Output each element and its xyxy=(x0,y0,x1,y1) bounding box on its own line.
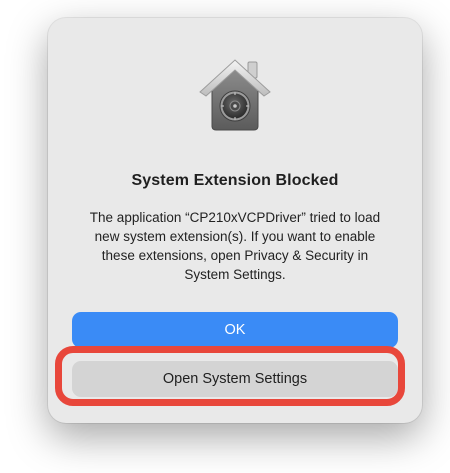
open-system-settings-button[interactable]: Open System Settings xyxy=(72,361,398,397)
dialog-message: The application “CP210xVCPDriver” tried … xyxy=(89,210,381,282)
system-extension-dialog: System Extension Blocked The application… xyxy=(48,18,422,423)
dialog-title: System Extension Blocked xyxy=(131,172,339,189)
security-house-lock-icon xyxy=(190,48,280,138)
ok-button[interactable]: OK xyxy=(72,312,398,348)
